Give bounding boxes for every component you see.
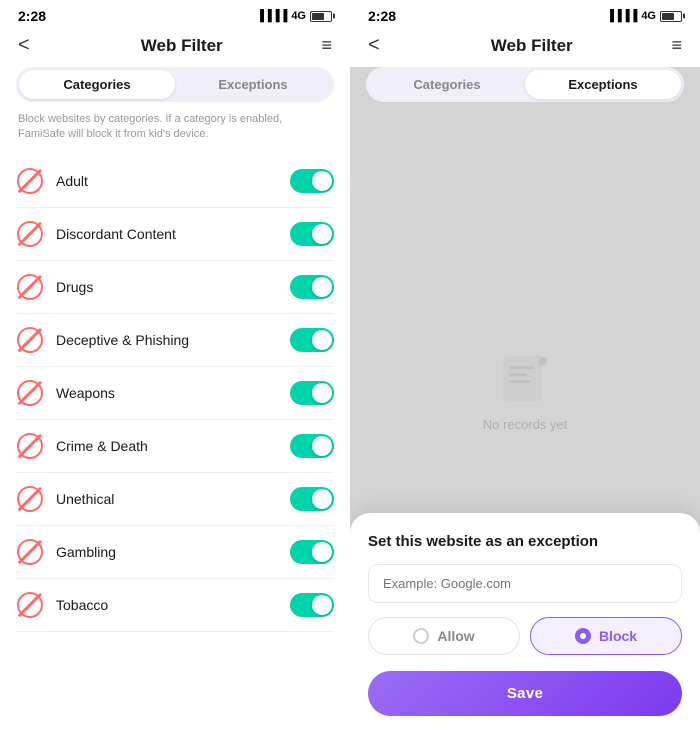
list-item: Drugs <box>16 261 334 314</box>
toggle-adult[interactable] <box>290 169 334 193</box>
left-page-title: Web Filter <box>141 36 223 56</box>
category-name: Unethical <box>56 491 290 507</box>
toggle-deceptive[interactable] <box>290 328 334 352</box>
battery-icon <box>310 11 332 22</box>
list-item: Tobacco <box>16 579 334 632</box>
tab-exceptions[interactable]: Exceptions <box>175 70 331 99</box>
category-name: Adult <box>56 173 290 189</box>
list-item: Weapons <box>16 367 334 420</box>
categories-description: Block websites by categories. If a categ… <box>0 112 350 155</box>
block-icon <box>16 432 44 460</box>
right-header: < Web Filter ≡ <box>350 28 700 67</box>
network-type: 4G <box>291 10 306 22</box>
category-name: Deceptive & Phishing <box>56 332 290 348</box>
exception-input[interactable] <box>368 564 682 603</box>
save-button[interactable]: Save <box>368 671 682 716</box>
bottom-sheet-title: Set this website as an exception <box>368 533 682 550</box>
toggle-tobacco[interactable] <box>290 593 334 617</box>
right-time: 2:28 <box>368 8 396 24</box>
right-menu-button[interactable]: ≡ <box>671 35 682 56</box>
list-item: Discordant Content <box>16 208 334 261</box>
toggle-drugs[interactable] <box>290 275 334 299</box>
right-status-icons: ▐▐▐▐ 4G <box>606 10 682 22</box>
toggle-weapons[interactable] <box>290 381 334 405</box>
list-item: Unethical <box>16 473 334 526</box>
radio-group: Allow Block <box>368 617 682 655</box>
right-status-bar: 2:28 ▐▐▐▐ 4G <box>350 0 700 28</box>
toggle-crime[interactable] <box>290 434 334 458</box>
right-page-title: Web Filter <box>491 36 573 56</box>
right-signal-icon: ▐▐▐▐ <box>606 10 637 22</box>
list-item: Crime & Death <box>16 420 334 473</box>
right-tab-categories[interactable]: Categories <box>369 70 525 99</box>
right-panel: 2:28 ▐▐▐▐ 4G < Web Filter ≡ Categories E… <box>350 0 700 746</box>
signal-icon: ▐▐▐▐ <box>256 10 287 22</box>
list-item: Gambling <box>16 526 334 579</box>
right-tab-exceptions[interactable]: Exceptions <box>525 70 681 99</box>
left-status-icons: ▐▐▐▐ 4G <box>256 10 332 22</box>
block-label: Block <box>599 628 637 644</box>
block-icon <box>16 167 44 195</box>
block-icon <box>16 485 44 513</box>
block-radio-dot <box>575 628 591 644</box>
left-status-bar: 2:28 ▐▐▐▐ 4G <box>0 0 350 28</box>
right-battery-icon <box>660 11 682 22</box>
allow-option[interactable]: Allow <box>368 617 520 655</box>
block-icon <box>16 273 44 301</box>
block-icon <box>16 326 44 354</box>
right-network-type: 4G <box>641 10 656 22</box>
allow-radio-dot <box>413 628 429 644</box>
left-back-button[interactable]: < <box>18 34 42 57</box>
left-header: < Web Filter ≡ <box>0 28 350 67</box>
category-name: Tobacco <box>56 597 290 613</box>
category-name: Weapons <box>56 385 290 401</box>
block-icon <box>16 220 44 248</box>
category-name: Gambling <box>56 544 290 560</box>
category-name: Drugs <box>56 279 290 295</box>
block-icon <box>16 538 44 566</box>
bottom-sheet: Set this website as an exception Allow B… <box>350 513 700 746</box>
block-option[interactable]: Block <box>530 617 682 655</box>
block-icon <box>16 379 44 407</box>
right-back-button[interactable]: < <box>368 34 392 57</box>
block-icon <box>16 591 44 619</box>
allow-label: Allow <box>437 628 474 644</box>
toggle-gambling[interactable] <box>290 540 334 564</box>
left-time: 2:28 <box>18 8 46 24</box>
toggle-discordant[interactable] <box>290 222 334 246</box>
category-name: Discordant Content <box>56 226 290 242</box>
right-tabs: Categories Exceptions <box>366 67 684 102</box>
left-panel: 2:28 ▐▐▐▐ 4G < Web Filter ≡ Categories E… <box>0 0 350 746</box>
category-name: Crime & Death <box>56 438 290 454</box>
toggle-unethical[interactable] <box>290 487 334 511</box>
list-item: Deceptive & Phishing <box>16 314 334 367</box>
categories-list: Adult Discordant Content Drugs Deceptive… <box>0 155 350 746</box>
list-item: Adult <box>16 155 334 208</box>
left-tabs: Categories Exceptions <box>16 67 334 102</box>
tab-categories[interactable]: Categories <box>19 70 175 99</box>
left-menu-button[interactable]: ≡ <box>321 35 332 56</box>
